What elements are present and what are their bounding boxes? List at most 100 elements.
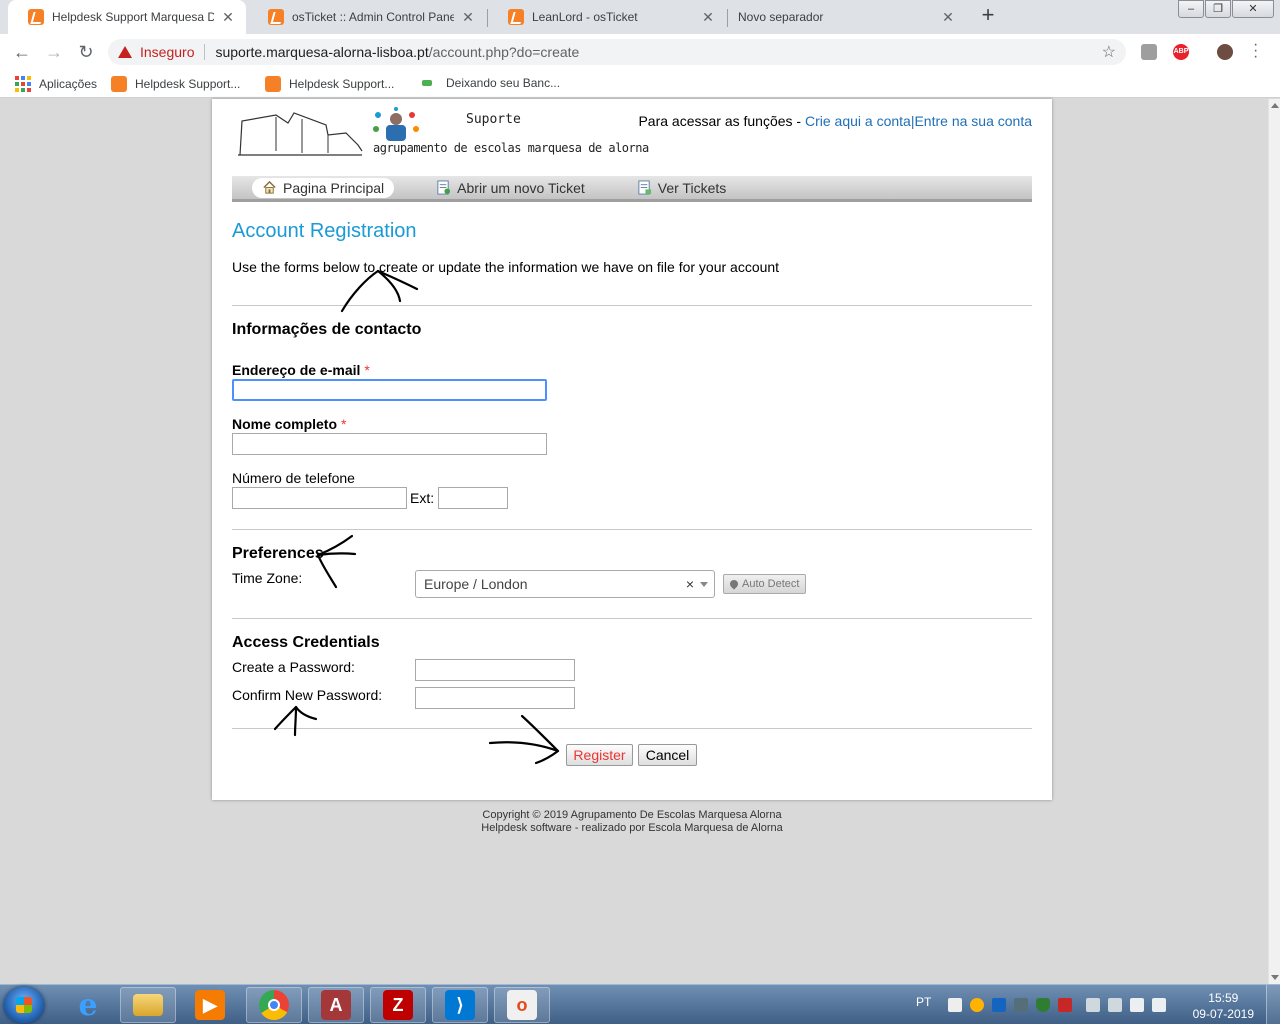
create-account-link[interactable]: Crie aqui a conta — [805, 113, 911, 129]
section-divider — [232, 529, 1032, 530]
section-divider — [232, 305, 1032, 306]
tab-close-icon[interactable]: ✕ — [460, 9, 476, 26]
warning-icon — [118, 46, 132, 58]
pdf-extension-icon[interactable] — [1141, 44, 1157, 60]
nav-label: Ver Tickets — [657, 179, 727, 196]
address-bar[interactable]: Inseguro suporte.marquesa-alorna-lisboa.… — [108, 39, 1126, 65]
map-marker-icon — [728, 578, 740, 590]
minimize-button[interactable]: – — [1178, 0, 1204, 18]
filezilla-icon: Z — [383, 990, 413, 1020]
back-button[interactable]: ← — [10, 40, 34, 64]
tray-app-icon[interactable] — [948, 998, 962, 1012]
clear-selection-icon[interactable]: × — [686, 576, 694, 592]
chevron-down-icon[interactable] — [700, 582, 708, 587]
scroll-up-icon[interactable] — [1271, 103, 1279, 108]
tray-app-icon[interactable] — [1014, 998, 1028, 1012]
url-divider — [204, 44, 206, 60]
intro-text: Use the forms below to create or update … — [232, 259, 780, 275]
maximize-button[interactable]: ❐ — [1205, 0, 1231, 18]
bookmark-apps[interactable]: Aplicações — [15, 76, 97, 92]
confirm-password-field[interactable] — [415, 687, 575, 709]
vscode-icon: ⟩ — [445, 990, 475, 1020]
bookmark-helpdesk-1[interactable]: Helpdesk Support... — [111, 76, 240, 92]
tab-helpdesk-support[interactable]: Helpdesk Support Marquesa De A ✕ — [8, 0, 246, 34]
bookmark-label: Aplicações — [39, 77, 98, 91]
browser-toolbar: ← → ↻ Inseguro suporte.marquesa-alorna-l… — [0, 34, 1280, 70]
phone-ext-field[interactable] — [438, 487, 508, 509]
apps-grid-icon — [15, 76, 31, 92]
bookmark-star-icon[interactable]: ☆ — [1102, 42, 1116, 62]
taskbar-office[interactable]: o — [494, 987, 550, 1023]
profile-avatar[interactable] — [1217, 44, 1233, 60]
home-icon — [263, 180, 276, 194]
window-close-button[interactable]: ✕ — [1232, 0, 1274, 18]
tab-close-icon[interactable]: ✕ — [700, 9, 716, 26]
browser-tabstrip: Helpdesk Support Marquesa De A ✕ osTicke… — [0, 0, 1280, 34]
tab-leanlord-osticket[interactable]: LeanLord - osTicket ✕ — [488, 0, 726, 34]
tray-app-icon[interactable] — [1058, 998, 1072, 1012]
register-button[interactable]: Register — [566, 744, 633, 766]
reload-button[interactable]: ↻ — [74, 40, 98, 64]
auto-detect-button[interactable]: Auto Detect — [723, 574, 807, 594]
phone-field[interactable] — [232, 487, 407, 509]
nav-view-tickets[interactable]: Ver Tickets — [627, 178, 736, 198]
page-container: Suporte agrupamento de escolas marquesa … — [212, 99, 1052, 800]
bookmark-label: Deixando seu Banc... — [446, 76, 561, 90]
page-scrollbar[interactable] — [1268, 99, 1280, 984]
browser-menu-icon[interactable]: · · · — [1253, 37, 1258, 65]
bookmark-deixando[interactable]: Deixando seu Banc... — [419, 76, 560, 90]
timezone-label: Time Zone: — [232, 570, 303, 586]
security-shield-icon[interactable] — [1036, 998, 1050, 1012]
tray-app-icon[interactable] — [992, 998, 1006, 1012]
timezone-select[interactable]: Europe / London × — [415, 570, 715, 598]
taskbar-access[interactable]: A — [308, 987, 364, 1023]
sign-in-link[interactable]: Entre na sua conta — [914, 113, 1032, 129]
bookmark-helpdesk-2[interactable]: Helpdesk Support... — [265, 76, 394, 92]
network-icon[interactable] — [1086, 998, 1100, 1012]
bookmarks-bar: Aplicações Helpdesk Support... Helpdesk … — [0, 70, 1280, 98]
email-label: Endereço de e-mail * — [232, 362, 370, 378]
taskbar-file-explorer[interactable] — [120, 987, 176, 1023]
office-icon: o — [507, 990, 537, 1020]
tab-close-icon[interactable]: ✕ — [940, 9, 956, 26]
adblock-icon[interactable]: ABP — [1173, 44, 1189, 60]
cancel-button[interactable]: Cancel — [638, 744, 697, 766]
system-clock[interactable]: 15:59 09-07-2019 — [1193, 990, 1254, 1022]
osticket-icon — [265, 76, 281, 92]
full-name-label-text: Nome completo — [232, 416, 338, 432]
taskbar-vscode[interactable]: ⟩ — [432, 987, 488, 1023]
email-field[interactable] — [232, 379, 547, 401]
volume-icon[interactable] — [1108, 998, 1122, 1012]
start-button[interactable] — [4, 987, 44, 1023]
show-desktop-button[interactable] — [1266, 985, 1280, 1024]
taskbar-chrome[interactable] — [246, 987, 302, 1023]
full-name-field[interactable] — [232, 433, 547, 455]
action-center-flag-icon[interactable] — [1130, 998, 1144, 1012]
taskbar-filezilla[interactable]: Z — [370, 987, 426, 1023]
tray-app-icon[interactable] — [970, 998, 984, 1012]
site-icon — [422, 80, 432, 86]
media-player-icon: ▶ — [195, 990, 225, 1020]
taskbar-media-player[interactable]: ▶ — [182, 987, 238, 1023]
chrome-icon — [259, 990, 289, 1020]
tab-close-icon[interactable]: ✕ — [220, 9, 236, 26]
taskbar-internet-explorer[interactable]: e — [60, 987, 116, 1023]
window-controls: – ❐ ✕ — [1177, 0, 1274, 18]
new-tab-button[interactable]: + — [976, 4, 1000, 28]
scroll-down-icon[interactable] — [1271, 975, 1279, 980]
copyright-text: Copyright © 2019 Agrupamento De Escolas … — [482, 809, 782, 821]
tab-novo-separador[interactable]: Novo separador ✕ — [728, 0, 966, 34]
clock-date: 09-07-2019 — [1192, 1007, 1254, 1021]
language-indicator[interactable]: PT — [916, 995, 931, 1009]
tab-title: osTicket :: Admin Control Panel — [292, 10, 454, 24]
tab-admin-control-panel[interactable]: osTicket :: Admin Control Panel ✕ — [248, 0, 486, 34]
password-field[interactable] — [415, 659, 575, 681]
osticket-favicon-icon — [28, 9, 44, 25]
display-icon[interactable] — [1152, 998, 1166, 1012]
nav-open-ticket[interactable]: Abrir um novo Ticket — [426, 178, 595, 198]
ext-label: Ext: — [410, 490, 435, 506]
nav-home[interactable]: Pagina Principal — [252, 177, 395, 198]
forward-button[interactable]: → — [42, 40, 66, 64]
security-status[interactable]: Inseguro — [140, 44, 194, 60]
site-logo[interactable] — [236, 107, 616, 167]
